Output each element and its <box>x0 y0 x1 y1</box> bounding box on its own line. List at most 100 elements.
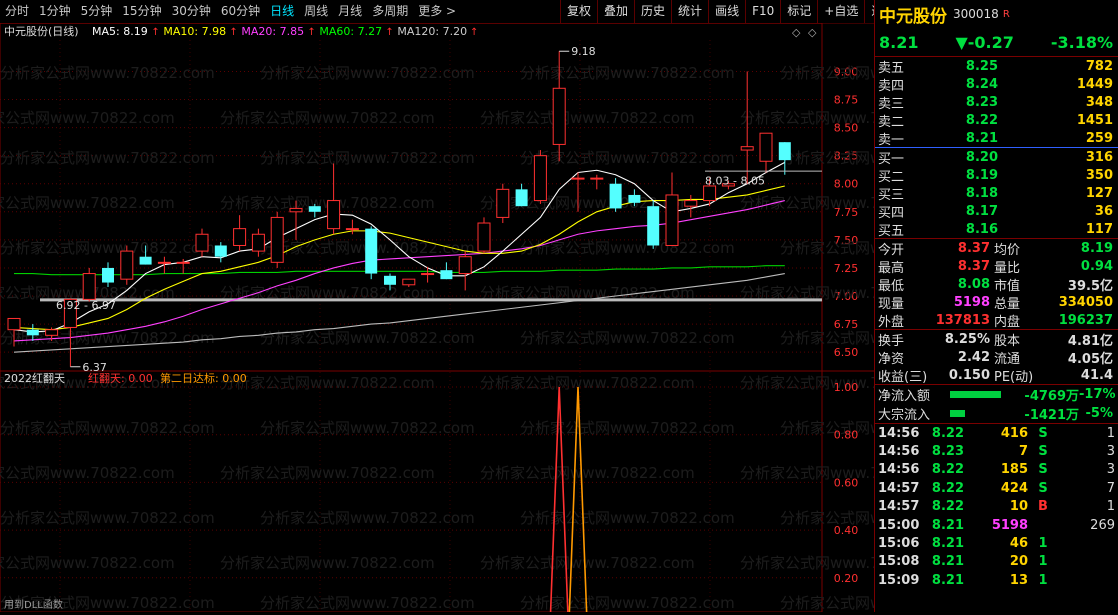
candle-body <box>571 177 585 180</box>
book-volume: 1449 <box>1076 76 1113 92</box>
stat-label: 均价 <box>994 242 1021 258</box>
watermark-text: 分析家公式网www.70822.com <box>520 594 735 612</box>
book-row[interactable]: 买四 8.17 36 <box>875 202 1118 221</box>
ma-legend: MA60: 7.27 <box>319 25 382 38</box>
tool-button[interactable]: 统计 <box>671 0 708 23</box>
candle-body <box>665 194 679 246</box>
book-row[interactable]: 买一 8.20 316 <box>875 148 1118 167</box>
watermark-text: 分析家公式网www.70822.com <box>0 64 215 82</box>
flow-bar <box>950 391 1001 398</box>
fund-flow-row: 净流入额 -4769万 -17% <box>875 385 1118 404</box>
fund-flow: 净流入额 -4769万 -17% 大宗流入 -1421万 -5% <box>875 385 1118 423</box>
stat-label: 总量 <box>994 296 1021 312</box>
range-label: 8.03 - 8.05 <box>705 174 765 187</box>
tick-row: 14:56 8.23 7 S 3 <box>875 442 1118 460</box>
period-tab[interactable]: 15分钟 <box>117 0 166 23</box>
ask-book: 卖五 8.25 782 卖四 8.24 1449 卖三 8.23 348 卖二 8.22 1451 卖一… <box>875 57 1118 148</box>
stat-label: 现量 <box>878 296 905 312</box>
range-label: 6.92 - 6.97 <box>56 299 116 312</box>
price-axis-label: 8.00 <box>834 178 859 191</box>
candle-body <box>102 267 114 283</box>
book-volume: 127 <box>1085 185 1113 201</box>
stat-value: 39.5亿 <box>1067 278 1113 294</box>
stats-table-2: 换手 8.25% 股本 4.81亿 净资 2.42 流通 4.05亿 收益(三) 0.150 PE(… <box>875 330 1118 385</box>
watermark-text: 分析家公式网www.70822.com <box>0 464 175 482</box>
candle-body <box>345 228 359 231</box>
tick-volume: 10 <box>1009 499 1028 515</box>
book-label: 卖二 <box>878 114 905 130</box>
tick-side: 1 <box>1038 536 1048 552</box>
footer-note: 用到DLL函数 <box>4 598 63 611</box>
book-label: 买五 <box>878 223 905 239</box>
candle-body <box>7 317 21 331</box>
candle-body <box>458 256 472 275</box>
period-tab[interactable]: 周线 <box>299 0 333 23</box>
tick-price: 8.21 <box>931 572 964 588</box>
book-row[interactable]: 卖五 8.25 782 <box>875 57 1118 76</box>
tick-price: 8.21 <box>931 517 964 533</box>
tool-button[interactable]: 标记 <box>780 0 817 23</box>
candle-body <box>515 189 528 207</box>
ma-arrow-icon: ↑ <box>385 27 393 38</box>
last-price: 8.21 <box>879 32 919 52</box>
stat-label: PE(动) <box>994 369 1034 385</box>
tool-button[interactable]: +自选 <box>817 0 864 23</box>
stat-value: 8.37 <box>957 240 990 256</box>
stat-value: 8.08 <box>957 276 990 292</box>
stat-label: 收益(三) <box>878 369 928 385</box>
stat-value: 137813 <box>935 312 990 328</box>
stat-value: 8.37 <box>957 258 990 274</box>
watermark-text: 分析家公式网www.70822.com <box>220 109 435 127</box>
period-tab[interactable]: 30分钟 <box>167 0 216 23</box>
indicator-value: 第二日达标: 0.00 <box>160 371 247 385</box>
period-tab[interactable]: 分时 <box>0 0 34 23</box>
period-tab[interactable]: 更多 > <box>413 0 461 23</box>
indicator-axis-label: 0.40 <box>834 524 859 537</box>
book-row[interactable]: 买三 8.18 127 <box>875 184 1118 203</box>
period-tab[interactable]: 月线 <box>333 0 367 23</box>
stock-code: 300018 <box>953 7 999 21</box>
tick-list[interactable]: 14:56 8.22 416 S 1 14:56 8.23 7 S 3 14:56 8.22 185 S 3… <box>875 424 1118 590</box>
tool-button[interactable]: 叠加 <box>597 0 634 23</box>
tool-button[interactable]: F10 <box>745 0 780 23</box>
period-tab[interactable]: 日线 <box>265 0 299 23</box>
stat-label: 最低 <box>878 278 905 294</box>
book-price: 8.19 <box>965 167 998 183</box>
book-row[interactable]: 买五 8.16 117 <box>875 220 1118 239</box>
price-axis-label: 8.75 <box>834 94 859 107</box>
candle-body <box>365 228 378 274</box>
book-label: 买四 <box>878 205 905 221</box>
tool-button[interactable]: 画线 <box>708 0 745 23</box>
book-row[interactable]: 卖三 8.23 348 <box>875 93 1118 112</box>
bid-book: 买一 8.20 316 买二 8.19 350 买三 8.18 127 买四 8.17 36 买五 8.1… <box>875 148 1118 239</box>
watermark-text: 分析家公式网www.70822.com <box>0 194 175 212</box>
book-volume: 1451 <box>1076 112 1113 128</box>
tick-count: 1 <box>1106 425 1115 441</box>
flow-value: -1421万 <box>1024 408 1079 423</box>
candle-body <box>496 188 510 218</box>
watermark-text: 分析家公式网www.70822.com <box>780 239 874 257</box>
book-row[interactable]: 卖二 8.22 1451 <box>875 111 1118 130</box>
tick-volume: 13 <box>1009 572 1028 588</box>
tick-time: 14:57 <box>878 480 920 496</box>
tick-count: 7 <box>1106 480 1115 496</box>
book-row[interactable]: 卖四 8.24 1449 <box>875 75 1118 94</box>
book-row[interactable]: 买二 8.19 350 <box>875 166 1118 185</box>
stat-label: 股本 <box>994 333 1021 349</box>
period-tab[interactable]: 1分钟 <box>34 0 76 23</box>
book-row[interactable]: 卖一 8.21 259 <box>875 129 1118 148</box>
price-change-pct: -3.18% <box>1050 32 1113 52</box>
period-tab[interactable]: 多周期 <box>367 0 413 23</box>
tool-button[interactable]: 复权 <box>560 0 597 23</box>
book-price: 8.18 <box>965 185 998 201</box>
tick-volume: 5198 <box>991 517 1028 533</box>
period-tab[interactable]: 60分钟 <box>216 0 265 23</box>
tool-button[interactable]: 历史 <box>634 0 671 23</box>
period-tab[interactable]: 5分钟 <box>76 0 118 23</box>
book-label: 卖一 <box>878 132 905 148</box>
stat-row: 今开 8.37 均价 8.19 <box>875 239 1118 258</box>
kline-chart[interactable]: 9.00 8.75 8.50 8.25 8.00 7.75 7.50 7.25 7.00 6.75… <box>0 22 995 615</box>
stat-label: 量比 <box>994 260 1021 276</box>
watermark-text: 分析家公式网www.70822.com <box>780 509 874 527</box>
tick-volume: 7 <box>1018 444 1028 460</box>
